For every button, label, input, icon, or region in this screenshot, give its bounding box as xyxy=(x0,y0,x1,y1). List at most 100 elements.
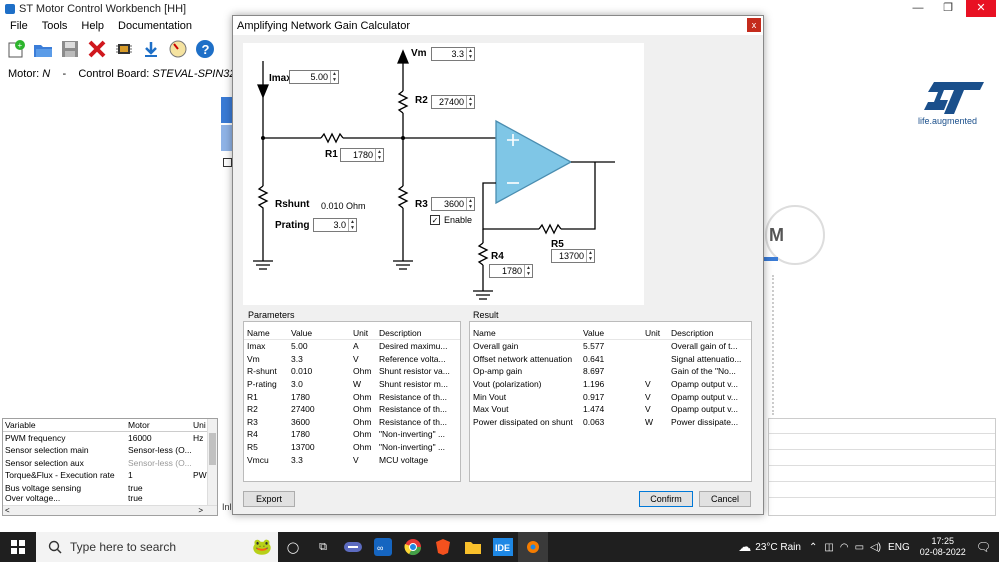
table-row[interactable]: Power dissipated on shunt 0.063 W Power dis… xyxy=(470,416,751,429)
gauge-icon[interactable] xyxy=(167,38,189,60)
r4-spinner[interactable]: 1780 ▲ ▼ xyxy=(489,264,533,278)
table-row[interactable]: Overall gain 5.577 Overall gain of t... xyxy=(470,340,751,353)
table-row[interactable]: Max Vout 1.474 V Opamp output v... xyxy=(470,403,751,416)
menu-documentation[interactable]: Documentation xyxy=(118,20,192,32)
imax-value: 5.00 xyxy=(310,72,328,82)
table-row[interactable]: Sensor selection main Sensor-less (O... xyxy=(3,444,217,457)
volume-icon[interactable]: ◁) xyxy=(870,542,881,553)
new-project-button[interactable]: + xyxy=(5,38,27,60)
search-highlight-icon: 🐸 xyxy=(252,539,272,556)
table-row[interactable]: R5 13700 Ohm "Non-inverting" ... xyxy=(244,441,460,454)
r5-spinner[interactable]: 13700 ▲ ▼ xyxy=(551,249,595,263)
vm-spinner[interactable]: 3.3 ▲ ▼ xyxy=(431,47,475,61)
gain-calculator-dialog: Amplifying Network Gain Calculator x Ima… xyxy=(232,15,764,515)
wifi-icon[interactable]: ◠ xyxy=(840,542,849,553)
enable-checkbox[interactable]: ✓ xyxy=(430,215,440,225)
table-row[interactable]: R-shunt 0.010 Ohm Shunt resistor va... xyxy=(244,365,460,378)
close-window-button[interactable]: ✕ xyxy=(966,0,996,17)
table-row[interactable]: Sensor selection aux Sensor-less (O... xyxy=(3,457,217,470)
app-pill-icon[interactable] xyxy=(338,532,368,562)
save-button[interactable] xyxy=(59,38,81,60)
ide-icon[interactable]: IDE xyxy=(488,532,518,562)
restore-icon[interactable]: ❐ xyxy=(934,0,962,17)
variables-header: Variable Motor Uni xyxy=(3,419,217,432)
windows-start-button[interactable] xyxy=(0,532,36,562)
table-row[interactable]: R1 1780 Ohm Resistance of th... xyxy=(244,390,460,403)
spinner-arrows-icon[interactable]: ▲ ▼ xyxy=(466,48,474,60)
spinner-arrows-icon[interactable]: ▲ ▼ xyxy=(375,149,383,161)
table-row[interactable]: P-rating 3.0 W Shunt resistor m... xyxy=(244,378,460,391)
table-row[interactable]: Torque&Flux - Execution rate 1 PW xyxy=(3,469,217,482)
table-cell: 3600 xyxy=(291,416,310,427)
vertical-scrollbar[interactable] xyxy=(207,419,217,505)
menu-file[interactable]: File xyxy=(10,20,28,32)
table-row[interactable]: Op-amp gain 8.697 Gain of the "No... xyxy=(470,365,751,378)
enable-label: Enable xyxy=(444,215,473,225)
chip-icon[interactable] xyxy=(113,38,135,60)
r2-spinner[interactable]: 27400 ▲ ▼ xyxy=(431,95,475,109)
info-tab[interactable]: Inl xyxy=(222,502,232,512)
task-view-icon[interactable]: ⧉ xyxy=(308,532,338,562)
table-row[interactable]: Vout (polarization) 1.196 V Opamp output v.… xyxy=(470,378,751,391)
table-row[interactable]: Vm 3.3 V Reference volta... xyxy=(244,353,460,366)
weather-text[interactable]: 23°C Rain xyxy=(755,542,801,553)
table-row[interactable]: Over voltage... true xyxy=(3,493,217,503)
cancel-button[interactable]: Cancel xyxy=(699,491,751,507)
tray-app-icon[interactable]: ◫ xyxy=(824,542,833,553)
r4-label: R4 xyxy=(491,251,504,262)
spinner-arrows-icon[interactable]: ▲ ▼ xyxy=(586,250,594,262)
r2-label: R2 xyxy=(415,95,428,106)
toolbar: + ? xyxy=(0,34,240,64)
confirm-button[interactable]: Confirm xyxy=(639,491,693,507)
table-row[interactable]: R2 27400 Ohm Resistance of th... xyxy=(244,403,460,416)
minimize-icon[interactable]: — xyxy=(904,0,932,17)
help-icon[interactable]: ? xyxy=(194,38,216,60)
spinner-arrows-icon[interactable]: ▲ ▼ xyxy=(466,198,474,210)
motor-label: Motor: xyxy=(8,68,40,80)
side-checkbox[interactable] xyxy=(223,158,232,167)
motor-circle: M xyxy=(765,205,825,265)
export-button[interactable]: Export xyxy=(243,491,295,507)
spinner-arrows-icon[interactable]: ▲ ▼ xyxy=(524,265,532,277)
table-cell: Shunt resistor m... xyxy=(379,379,448,390)
tray-chevron-icon[interactable]: ⌃ xyxy=(809,542,817,553)
r1-spinner[interactable]: 1780 ▲ ▼ xyxy=(340,148,384,162)
dialog-titlebar: Amplifying Network Gain Calculator x xyxy=(233,16,763,35)
search-icon xyxy=(48,540,62,554)
table-row[interactable]: R3 3600 Ohm Resistance of th... xyxy=(244,416,460,429)
imax-spinner[interactable]: 5.00 ▲ ▼ xyxy=(289,70,339,84)
cortana-icon[interactable]: ◯ xyxy=(278,532,308,562)
taskbar-search[interactable]: Type here to search 🐸 xyxy=(36,532,278,562)
result-label: Result xyxy=(473,310,499,320)
open-folder-button[interactable] xyxy=(32,38,54,60)
vscode-icon[interactable]: ∞ xyxy=(368,532,398,562)
delete-button[interactable] xyxy=(86,38,108,60)
menu-tools[interactable]: Tools xyxy=(42,20,68,32)
svg-text:?: ? xyxy=(202,42,210,57)
table-row[interactable]: Offset network attenuation 0.641 Signal at… xyxy=(470,353,751,366)
clock[interactable]: 17:25 02-08-2022 xyxy=(920,536,966,558)
dialog-close-button[interactable]: x xyxy=(747,18,761,32)
horizontal-scrollbar[interactable]: < > xyxy=(3,505,217,515)
file-explorer-icon[interactable] xyxy=(458,532,488,562)
chrome-icon[interactable] xyxy=(398,532,428,562)
table-row[interactable]: R4 1780 Ohm "Non-inverting" ... xyxy=(244,428,460,441)
scroll-thumb[interactable] xyxy=(209,433,216,465)
motor-workbench-icon[interactable] xyxy=(518,532,548,562)
notification-icon[interactable]: 🗨 xyxy=(976,540,991,554)
r3-spinner[interactable]: 3600 ▲ ▼ xyxy=(431,197,475,211)
spinner-arrows-icon[interactable]: ▲ ▼ xyxy=(330,71,338,83)
spinner-arrows-icon[interactable]: ▲ ▼ xyxy=(348,219,356,231)
battery-icon[interactable]: ▭ xyxy=(855,542,864,553)
download-icon[interactable] xyxy=(140,38,162,60)
table-row[interactable]: PWM frequency 16000 Hz xyxy=(3,432,217,445)
table-row[interactable]: Min Vout 0.917 V Opamp output v... xyxy=(470,390,751,403)
table-row[interactable]: Vmcu 3.3 V MCU voltage xyxy=(244,453,460,466)
prating-spinner[interactable]: 3.0 ▲ ▼ xyxy=(313,218,357,232)
spinner-arrows-icon[interactable]: ▲ ▼ xyxy=(466,96,474,108)
brave-icon[interactable] xyxy=(428,532,458,562)
table-row[interactable]: Imax 5.00 A Desired maximu... xyxy=(244,340,460,353)
menu-help[interactable]: Help xyxy=(81,20,104,32)
language-indicator[interactable]: ENG xyxy=(888,542,910,553)
clock-date: 02-08-2022 xyxy=(919,547,966,557)
